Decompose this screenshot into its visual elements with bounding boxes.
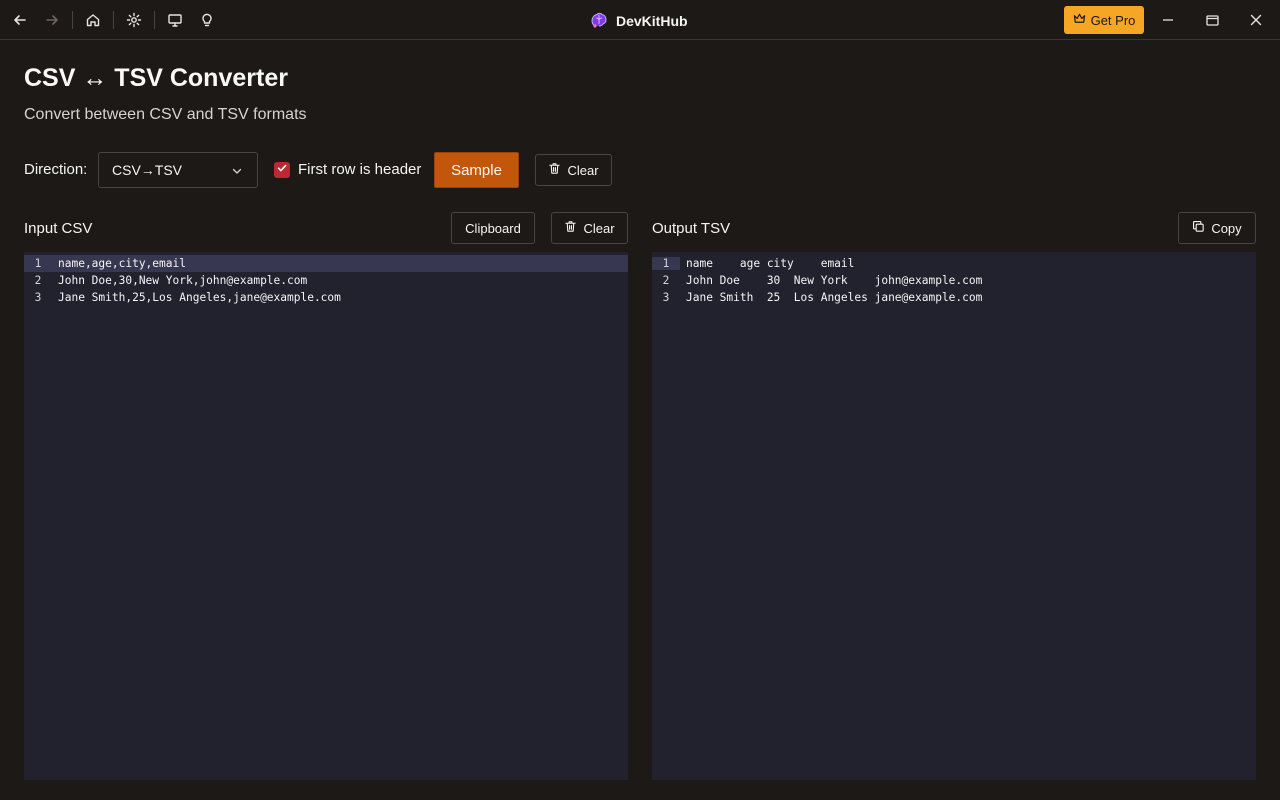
title-bar: DevKitHub Get Pro bbox=[0, 0, 1280, 40]
output-editor[interactable]: 1 name age city email 2 John Doe 30 New … bbox=[652, 252, 1256, 780]
line-number: 2 bbox=[662, 274, 670, 287]
copy-label: Copy bbox=[1211, 220, 1242, 236]
page-title: CSV ↔ TSV Converter bbox=[24, 64, 288, 92]
clear-input-button[interactable]: Clear bbox=[551, 212, 628, 244]
maximize-icon[interactable] bbox=[1202, 10, 1222, 30]
trash-icon bbox=[564, 220, 577, 236]
line-number: 1 bbox=[652, 257, 680, 270]
page-subtitle: Convert between CSV and TSV formats bbox=[24, 106, 307, 123]
editor-line: 3 Jane Smith 25 Los Angeles jane@example… bbox=[652, 289, 1256, 306]
app-title-text: DevKitHub bbox=[616, 13, 688, 29]
trash-icon bbox=[548, 162, 561, 178]
editor-line: 3 Jane Smith,25,Los Angeles,jane@example… bbox=[24, 289, 628, 306]
forward-arrow-icon[interactable] bbox=[40, 8, 64, 32]
header-checkbox-label[interactable]: First row is header bbox=[298, 161, 421, 178]
clipboard-label: Clipboard bbox=[465, 220, 521, 236]
header-checkbox[interactable] bbox=[274, 162, 290, 178]
get-pro-button[interactable]: Get Pro bbox=[1064, 6, 1144, 34]
home-icon[interactable] bbox=[81, 8, 105, 32]
clear-all-button[interactable]: Clear bbox=[535, 154, 612, 186]
output-panel-label: Output TSV bbox=[652, 220, 731, 237]
line-text: Jane Smith,25,Los Angeles,jane@example.c… bbox=[58, 291, 341, 304]
toolbar-divider bbox=[72, 11, 73, 29]
direction-select[interactable]: CSV→TSV bbox=[98, 152, 258, 188]
gear-icon[interactable] bbox=[122, 8, 146, 32]
checkmark-icon bbox=[276, 161, 288, 179]
editor-line: 2 John Doe 30 New York john@example.com bbox=[652, 272, 1256, 289]
line-number: 3 bbox=[34, 291, 42, 304]
direction-value: CSV→TSV bbox=[112, 162, 183, 178]
clear-input-label: Clear bbox=[583, 220, 615, 236]
input-editor[interactable]: 1 name,age,city,email 2 John Doe,30,New … bbox=[24, 252, 628, 780]
copy-button[interactable]: Copy bbox=[1178, 212, 1256, 244]
clipboard-button[interactable]: Clipboard bbox=[451, 212, 535, 244]
toolbar-divider bbox=[113, 11, 114, 29]
lightbulb-icon[interactable] bbox=[195, 8, 219, 32]
monitor-icon[interactable] bbox=[163, 8, 187, 32]
line-text: Jane Smith 25 Los Angeles jane@example.c… bbox=[686, 291, 983, 304]
line-text: name age city email bbox=[686, 257, 855, 270]
brain-logo-icon bbox=[590, 11, 608, 32]
editor-line: 1 name,age,city,email bbox=[24, 255, 628, 272]
line-text: John Doe,30,New York,john@example.com bbox=[58, 274, 308, 287]
direction-label: Direction: bbox=[24, 161, 88, 178]
toolbar-divider bbox=[154, 11, 155, 29]
line-number: 1 bbox=[34, 257, 42, 270]
editor-line: 1 name age city email bbox=[652, 255, 1256, 272]
crown-icon bbox=[1073, 12, 1086, 28]
input-panel-label: Input CSV bbox=[24, 220, 93, 237]
copy-icon bbox=[1192, 220, 1205, 236]
line-number: 2 bbox=[34, 274, 42, 287]
line-text: John Doe 30 New York john@example.com bbox=[686, 274, 983, 287]
sample-button[interactable]: Sample bbox=[434, 152, 519, 188]
line-text: name,age,city,email bbox=[58, 257, 186, 270]
back-arrow-icon[interactable] bbox=[8, 8, 32, 32]
clear-all-label: Clear bbox=[567, 162, 599, 178]
app-title: DevKitHub bbox=[590, 11, 688, 31]
close-icon[interactable] bbox=[1246, 10, 1266, 30]
chevron-down-icon bbox=[231, 164, 243, 180]
line-number: 3 bbox=[662, 291, 670, 304]
get-pro-label: Get Pro bbox=[1090, 12, 1136, 28]
minimize-icon[interactable] bbox=[1158, 10, 1178, 30]
editor-line: 2 John Doe,30,New York,john@example.com bbox=[24, 272, 628, 289]
